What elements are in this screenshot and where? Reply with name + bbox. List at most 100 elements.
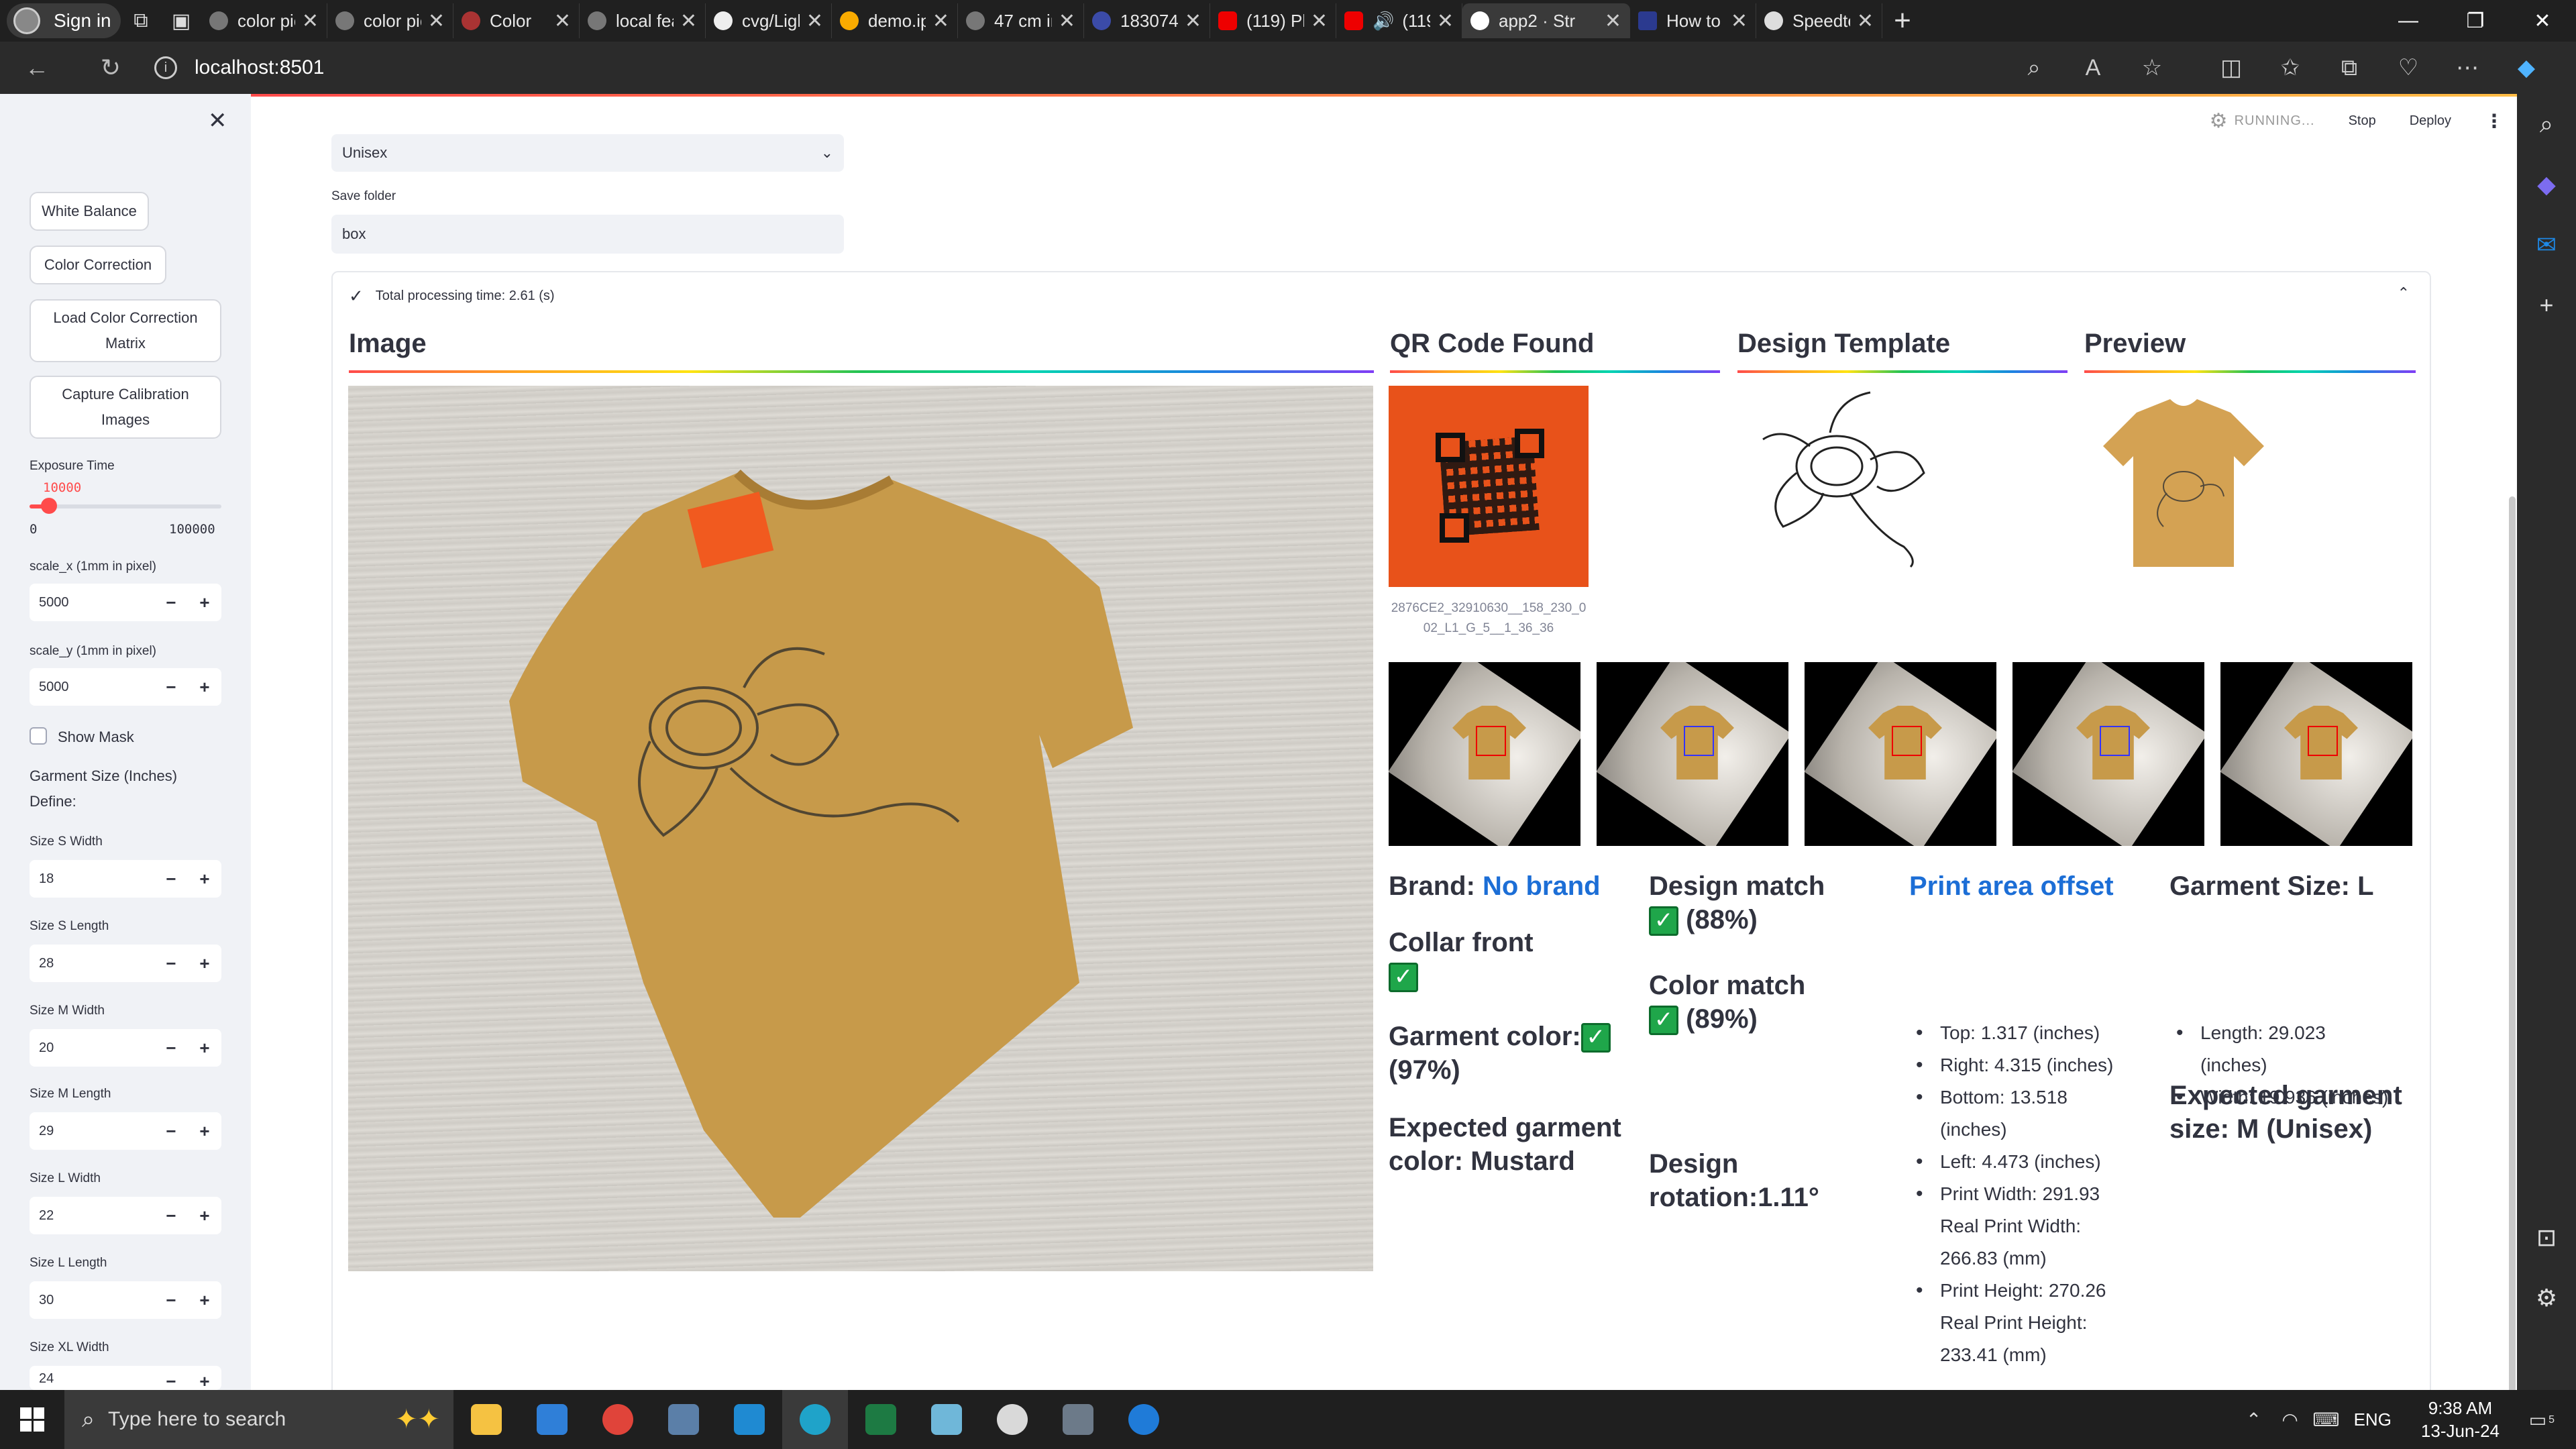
browser-tab-active[interactable]: app2 · Str ✕ [1462,3,1630,38]
vscode-icon[interactable] [716,1390,782,1449]
language-indicator[interactable]: ENG [2354,1409,2392,1430]
chevron-up-icon[interactable]: ⌃ [2398,284,2410,302]
teamviewer-icon[interactable] [1111,1390,1177,1449]
show-mask-checkbox[interactable] [30,727,47,745]
decrement-button[interactable]: − [154,592,188,613]
scale-y-input[interactable]: 5000 − + [30,668,221,706]
back-icon[interactable]: ← [13,44,60,91]
close-tab-icon[interactable]: ✕ [1437,9,1454,33]
increment-button[interactable]: + [188,1038,221,1059]
profile-button[interactable]: Sign in [7,3,121,38]
scale-x-value[interactable]: 5000 [30,595,154,610]
scale-x-input[interactable]: 5000 − + [30,584,221,621]
deploy-button[interactable]: Deploy [2410,113,2451,129]
refresh-icon[interactable]: ↻ [87,44,134,91]
gender-select[interactable]: Unisex ⌄ [331,134,844,172]
increment-button[interactable]: + [188,677,221,698]
browser-tab[interactable]: 1830743✕ [1084,3,1210,38]
start-button[interactable] [0,1390,64,1449]
close-tab-icon[interactable]: ✕ [932,9,949,33]
size-value[interactable]: 22 [30,1208,154,1224]
collections-icon[interactable]: ⧉ [2320,55,2379,81]
decrement-button[interactable]: − [154,1371,188,1390]
close-tab-icon[interactable]: ✕ [302,9,319,33]
file-explorer-icon[interactable] [453,1390,519,1449]
taskbar-search[interactable]: ⌕ Type here to search ✦✦ [64,1390,453,1449]
browser-tab[interactable]: (119) Play✕ [1210,3,1336,38]
close-tab-icon[interactable]: ✕ [1857,9,1874,33]
copilot-icon[interactable]: ◆ [2497,54,2556,81]
sidebar-settings-icon[interactable]: ⚙ [2517,1268,2576,1328]
browser-tab[interactable]: local feat✕ [580,3,706,38]
decrement-button[interactable]: − [154,1205,188,1226]
keyboard-icon[interactable]: ⌨ [2308,1409,2345,1431]
close-tab-icon[interactable]: ✕ [428,9,445,33]
size-xl-width-input[interactable]: 24 − + [30,1366,221,1390]
decrement-button[interactable]: − [154,677,188,698]
close-tab-icon[interactable]: ✕ [806,9,823,33]
main-menu-icon[interactable]: ⋮ [2485,110,2504,132]
size-value[interactable]: 30 [30,1293,154,1308]
zoom-icon[interactable]: ⌕ [2004,55,2063,81]
size-value[interactable]: 29 [30,1124,154,1139]
color-correction-button[interactable]: Color Correction [30,246,166,284]
browser-tab[interactable]: cvg/Light✕ [706,3,832,38]
size-value[interactable]: 28 [30,956,154,971]
edge-icon[interactable] [782,1390,848,1449]
size-value[interactable]: 18 [30,871,154,887]
app-icon[interactable] [651,1390,716,1449]
close-tab-icon[interactable]: ✕ [1059,9,1075,33]
close-tab-icon[interactable]: ✕ [680,9,697,33]
close-tab-icon[interactable]: ✕ [1731,9,1748,33]
excel-icon[interactable] [848,1390,914,1449]
increment-button[interactable]: + [188,953,221,974]
search-icon[interactable]: ⌕ [2517,94,2576,154]
browser-tab[interactable]: Color ✕ [453,3,580,38]
minimize-icon[interactable]: — [2375,0,2442,42]
increment-button[interactable]: + [188,592,221,613]
chrome-icon[interactable] [585,1390,651,1449]
close-tab-icon[interactable]: ✕ [1311,9,1328,33]
slider-thumb[interactable] [40,498,57,514]
white-balance-button[interactable]: White Balance [30,192,149,231]
url-field[interactable]: i localhost:8501 [154,48,2004,88]
notification-icon[interactable]: ▭ 5 [2520,1409,2556,1431]
more-menu-icon[interactable]: ⋯ [2438,54,2497,81]
increment-button[interactable]: + [188,1290,221,1311]
browser-tab[interactable]: 🔊(119)✕ [1336,3,1462,38]
favorites-icon[interactable]: ✩ [2261,54,2320,81]
workspaces-icon[interactable]: ⧉ [121,3,161,38]
close-sidebar-icon[interactable]: ✕ [208,107,227,134]
close-tab-icon[interactable]: ✕ [1605,9,1621,33]
calculator-icon[interactable] [1045,1390,1111,1449]
browser-tab[interactable]: demo.ipy✕ [832,3,958,38]
split-screen-icon[interactable]: ◫ [2202,54,2261,81]
browser-tab[interactable]: color pick✕ [327,3,453,38]
browser-tab[interactable]: How to g✕ [1630,3,1756,38]
size-l-width-input[interactable]: 22 − + [30,1197,221,1234]
size-value[interactable]: 24 [30,1371,154,1387]
decrement-button[interactable]: − [154,1290,188,1311]
store-icon[interactable] [519,1390,585,1449]
screenshot-icon[interactable]: ⊡ [2517,1208,2576,1268]
size-l-length-input[interactable]: 30 − + [30,1281,221,1319]
increment-button[interactable]: + [188,1205,221,1226]
notepad-icon[interactable] [914,1390,979,1449]
exposure-slider[interactable] [30,498,221,514]
performance-icon[interactable]: ♡ [2379,54,2438,81]
expander-header[interactable]: ✓ Total processing time: 2.61 (s) [349,286,555,307]
decrement-button[interactable]: − [154,953,188,974]
browser-tab[interactable]: Speedtest✕ [1756,3,1882,38]
restore-icon[interactable]: ❐ [2442,0,2509,42]
increment-button[interactable]: + [188,869,221,890]
size-s-length-input[interactable]: 28 − + [30,945,221,982]
new-tab-button[interactable]: + [1882,4,1923,38]
favorite-star-icon[interactable]: ☆ [2123,54,2182,81]
decrement-button[interactable]: − [154,1121,188,1142]
outlook-icon[interactable]: ✉ [2517,215,2576,275]
size-s-width-input[interactable]: 18 − + [30,860,221,898]
chevron-up-icon[interactable]: ⌃ [2236,1409,2272,1431]
close-tab-icon[interactable]: ✕ [554,9,571,33]
decrement-button[interactable]: − [154,869,188,890]
site-info-icon[interactable]: i [154,56,177,79]
